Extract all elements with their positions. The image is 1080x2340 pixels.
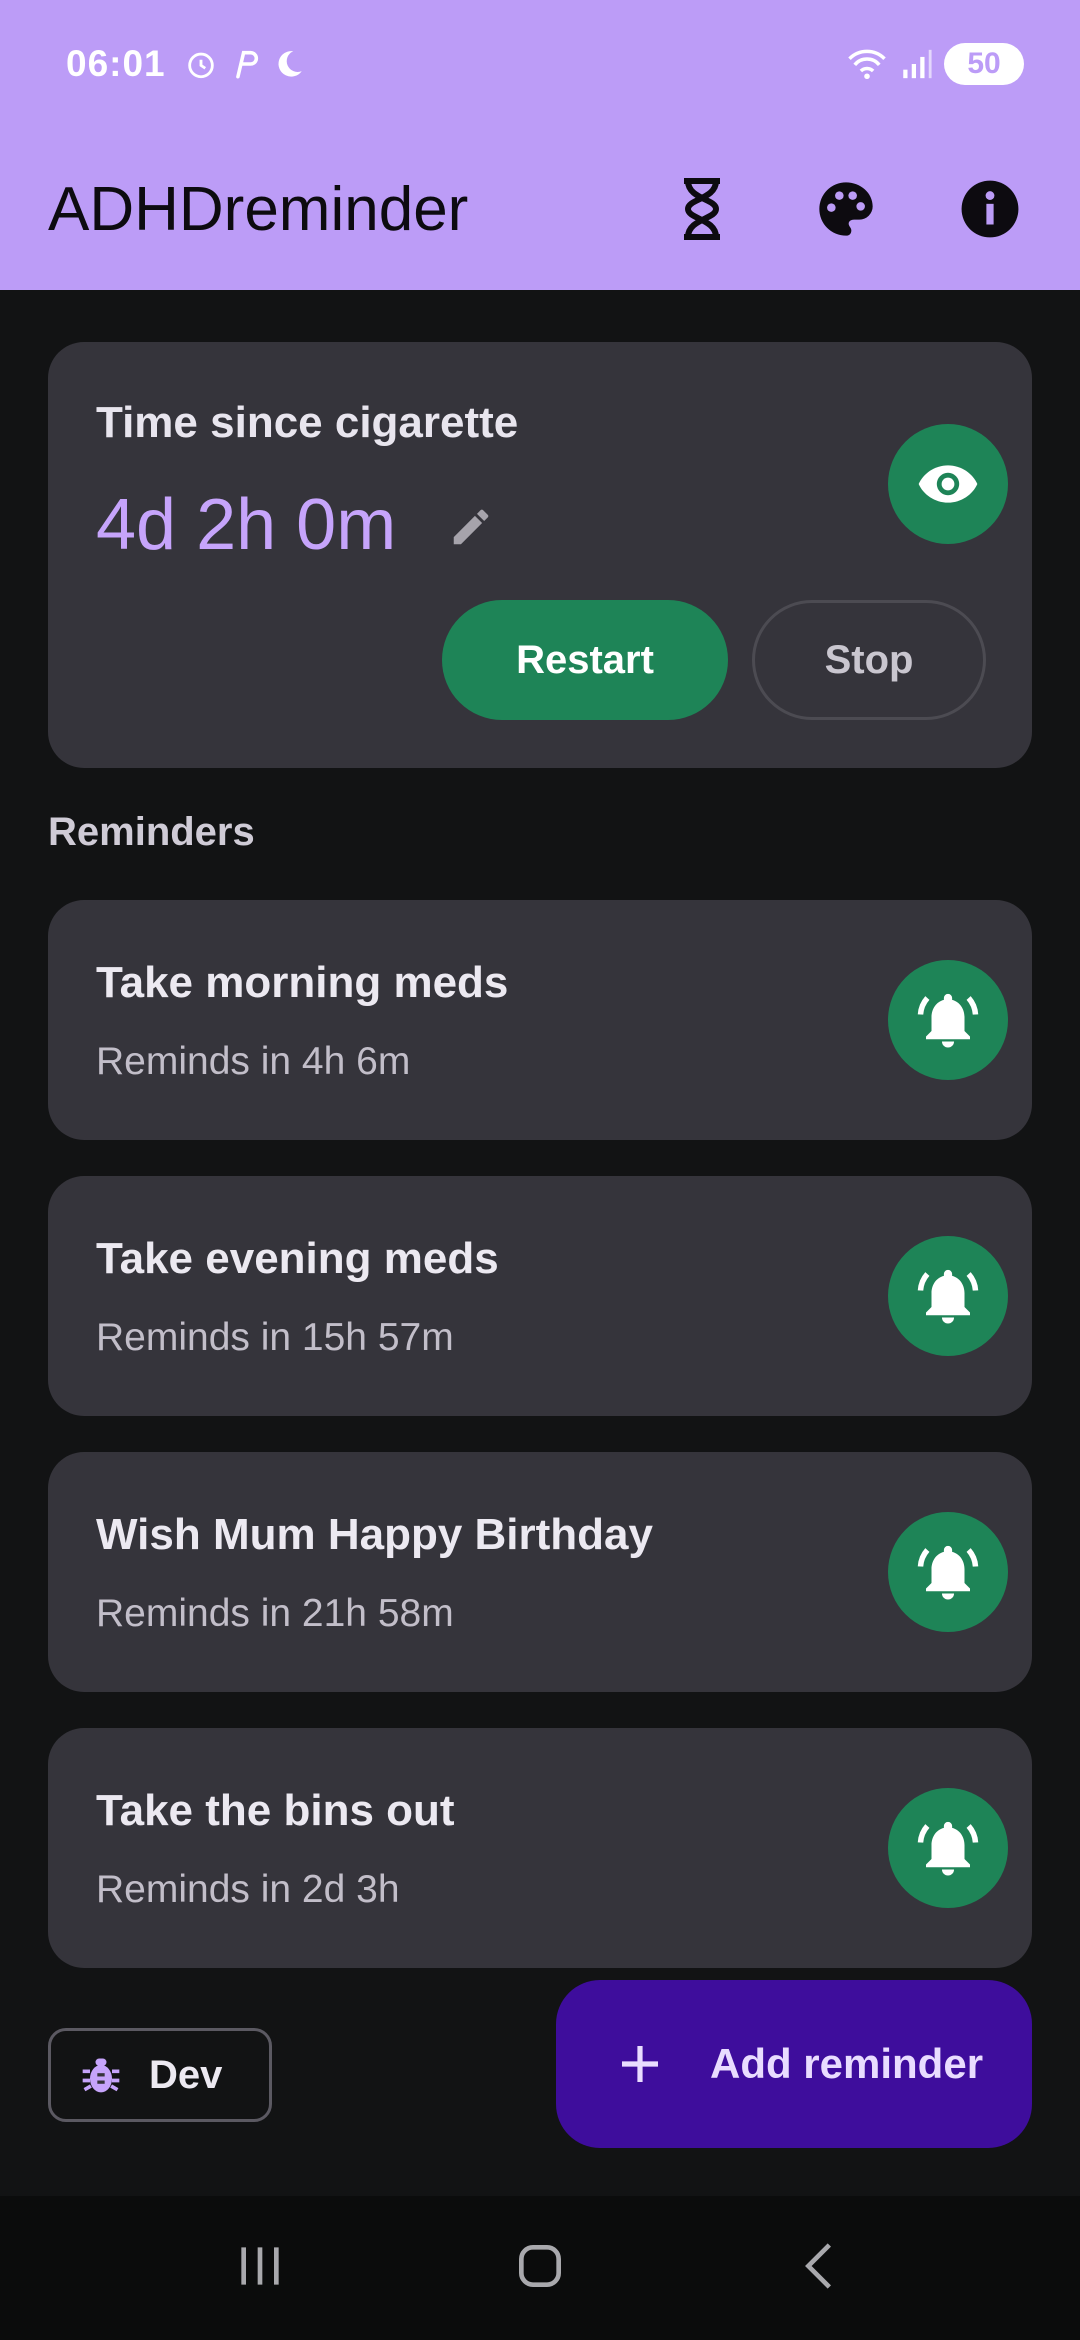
status-bar: 06:01 50 [0,0,1080,128]
reminder-subtitle: Reminds in 2d 3h [96,1868,400,1911]
reminder-subtitle: Reminds in 21h 58m [96,1592,454,1635]
reminder-title: Take evening meds [96,1234,499,1283]
reminder-card[interactable]: Take morning meds Reminds in 4h 6m [48,900,1032,1140]
toggle-visibility-button[interactable] [888,424,1008,544]
recents-icon [241,2246,279,2285]
reminder-alarm-button[interactable] [888,1788,1008,1908]
reminder-alarm-button[interactable] [888,1236,1008,1356]
back-button[interactable] [792,2238,848,2299]
dev-button-label: Dev [149,2052,223,2097]
alarm-bell-icon [917,1821,979,1876]
reminder-title: Take the bins out [96,1786,455,1835]
status-icons [184,47,306,81]
palette-button[interactable] [810,173,882,245]
reminder-card[interactable]: Take evening meds Reminds in 15h 57m [48,1176,1032,1416]
plus-icon [622,2046,658,2082]
recents-button[interactable] [232,2238,288,2299]
add-reminder-label: Add reminder [710,2040,984,2087]
timer-value: 4d 2h 0m [96,485,397,565]
reminder-card[interactable]: Take the bins out Reminds in 2d 3h [48,1728,1032,1968]
info-icon [961,180,1019,238]
alarm-bell-icon [917,1545,979,1600]
hourglass-icon [684,178,720,240]
home-icon [519,2244,561,2287]
timer-title: Time since cigarette [96,398,519,447]
status-right: 50 [846,43,1024,85]
restart-button[interactable]: Restart [442,600,728,720]
moon-icon [278,51,302,77]
app-bar-actions [666,173,1026,245]
app-title: ADHDreminder [48,174,469,244]
reminder-alarm-button[interactable] [888,960,1008,1080]
status-time: 06:01 [66,43,166,84]
wifi-icon [848,49,886,80]
home-button[interactable] [512,2238,568,2299]
app-bar: ADHDreminder [0,128,1080,290]
bug-icon [82,2058,120,2093]
reminder-subtitle: Reminds in 4h 6m [96,1040,411,1083]
reminders-section-label: Reminders [48,810,255,854]
timer-card: Time since cigarette 4d 2h 0m Restart St… [48,342,1032,768]
info-button[interactable] [954,173,1026,245]
hourglass-button[interactable] [666,173,738,245]
reminder-subtitle: Reminds in 15h 57m [96,1316,454,1359]
eye-icon [918,465,978,503]
dev-button[interactable]: Dev [48,2028,272,2122]
palette-icon [819,182,873,236]
signal-icon [903,49,932,79]
pencil-icon [453,509,489,545]
alarm-bell-icon [917,993,979,1048]
add-reminder-button[interactable]: Add reminder [556,1980,1032,2148]
stop-button[interactable]: Stop [752,600,986,720]
top-app-region: 06:01 50 ADHDreminder [0,0,1080,290]
edit-timer-button[interactable] [436,492,506,562]
reminder-card[interactable]: Wish Mum Happy Birthday Reminds in 21h 5… [48,1452,1032,1692]
reminder-title: Take morning meds [96,958,509,1007]
reminder-alarm-button[interactable] [888,1512,1008,1632]
reminder-title: Wish Mum Happy Birthday [96,1510,653,1559]
system-navigation-bar [0,2196,1080,2340]
p-app-icon [235,50,258,79]
battery-indicator: 50 [944,43,1024,85]
alarm-bell-icon [917,1269,979,1324]
alarm-icon [187,52,214,79]
back-icon [805,2242,831,2289]
